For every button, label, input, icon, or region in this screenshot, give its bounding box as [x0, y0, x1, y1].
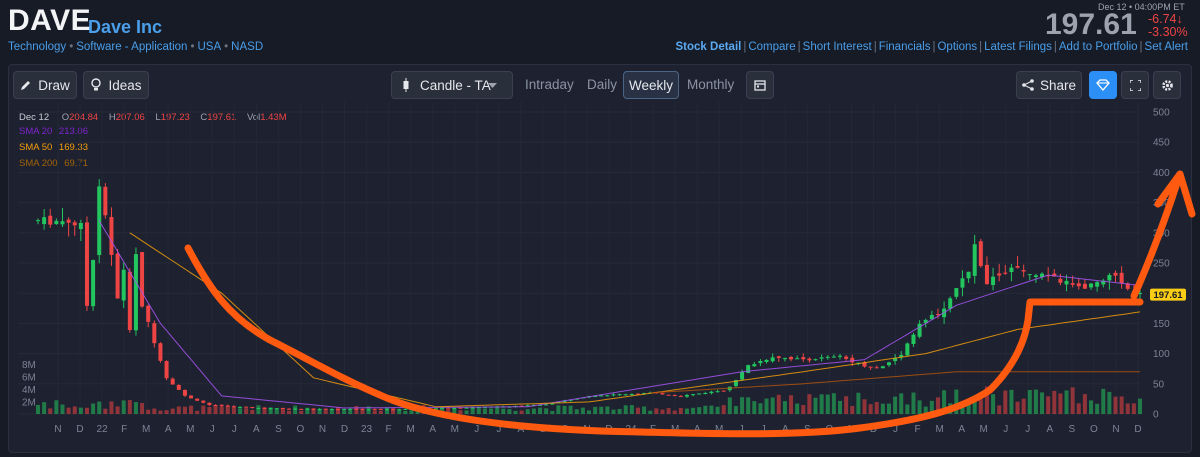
nav-stock-detail[interactable]: Stock Detail [676, 41, 742, 53]
nav-financials[interactable]: Financials [879, 41, 931, 53]
nav-latest-filings[interactable]: Latest Filings [984, 41, 1052, 53]
breadcrumb: Technology • Software - Application • USA • NA… [8, 41, 264, 53]
price-change: -6.74↓ -3.30% [1148, 13, 1188, 39]
sma200-value: 69.71 [64, 158, 88, 169]
ohlc-volume: 1.43M [260, 112, 287, 123]
share-button[interactable]: Share [1016, 71, 1082, 99]
fullscreen-button[interactable] [1121, 71, 1149, 99]
sma20-label: SMA 20 [19, 126, 53, 137]
tab-monthly[interactable]: Monthly [687, 77, 734, 92]
ohlc-legend: Dec 12 O204.84 H207.06 L197.23 C197.61 V… [19, 112, 287, 123]
lightbulb-icon [91, 78, 102, 91]
ohlc-high: 207.06 [115, 112, 145, 123]
calendar-button[interactable] [746, 71, 774, 99]
crumb-exchange[interactable]: NASD [231, 41, 263, 53]
nav-options[interactable]: Options [937, 41, 977, 53]
draw-label: Draw [38, 77, 70, 93]
sma20-legend: SMA 20 213.06 [19, 126, 88, 137]
nav-set-alert[interactable]: Set Alert [1145, 41, 1188, 53]
header: DAVE Dave Inc Technology • Software - Appl… [0, 0, 1200, 64]
crumb-industry[interactable]: Software - Application [76, 41, 187, 53]
tab-intraday[interactable]: Intraday [525, 77, 574, 92]
elite-button[interactable] [1089, 71, 1117, 99]
ideas-label: Ideas [108, 77, 142, 93]
last-price: 197.61 [1045, 8, 1137, 41]
draw-button[interactable]: Draw [13, 71, 77, 99]
sma200-legend: SMA 200 69.71 [19, 158, 88, 169]
chart-type-value: Candle - TA [420, 77, 491, 93]
sma50-value: 169.33 [58, 142, 88, 153]
ohlc-date: Dec 12 [19, 112, 50, 123]
diamond-icon [1096, 79, 1110, 91]
stock-nav: Stock Detail | Compare | Short Interest | Fina… [675, 41, 1188, 53]
company-name-link[interactable]: Dave Inc [88, 17, 162, 38]
nav-compare[interactable]: Compare [748, 41, 795, 53]
ticker-symbol: DAVE [8, 4, 92, 37]
price-change-pct: -3.30% [1148, 25, 1188, 39]
tab-daily[interactable]: Daily [587, 77, 617, 92]
caret-down-icon [488, 83, 497, 88]
chart-panel: Draw Ideas Candle - TA Intraday Daily We… [8, 64, 1192, 453]
ohlc-low: 197.23 [160, 112, 190, 123]
settings-button[interactable] [1153, 71, 1181, 99]
crumb-sector[interactable]: Technology [8, 41, 66, 53]
sma50-legend: SMA 50 169.33 [19, 142, 88, 153]
ohlc-high-label: H [108, 112, 116, 123]
fullscreen-icon [1129, 79, 1141, 91]
chart-type-select[interactable]: Candle - TA [391, 71, 513, 99]
sma20-value: 213.06 [58, 126, 88, 137]
ohlc-open: 204.84 [69, 112, 99, 123]
calendar-icon [754, 80, 766, 91]
nav-add-to-portfolio[interactable]: Add to Portfolio [1059, 41, 1138, 53]
sma200-label: SMA 200 [19, 158, 58, 169]
sma50-label: SMA 50 [19, 142, 53, 153]
share-label: Share [1039, 77, 1077, 93]
crumb-country[interactable]: USA [197, 41, 221, 53]
candle-icon [403, 78, 409, 92]
ohlc-volume-label: Vol [247, 112, 261, 123]
share-icon [1022, 79, 1034, 91]
ohlc-close: 197.61 [207, 112, 237, 123]
gear-icon [1161, 79, 1173, 91]
nav-short-interest[interactable]: Short Interest [803, 41, 872, 53]
pencil-icon [21, 81, 31, 90]
tab-weekly[interactable]: Weekly [623, 71, 679, 99]
ideas-button[interactable]: Ideas [83, 71, 149, 99]
